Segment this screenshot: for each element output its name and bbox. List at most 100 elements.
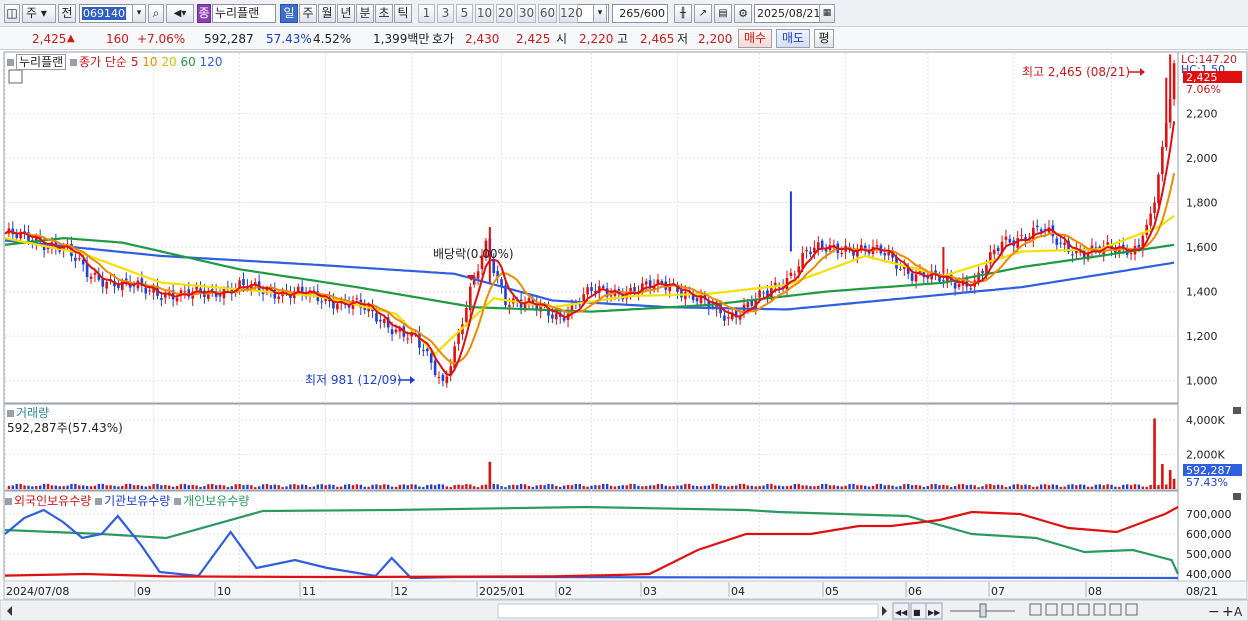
volume-bar xyxy=(46,483,50,489)
volume-bar xyxy=(234,484,237,489)
candle-icon[interactable]: ╫ xyxy=(674,4,692,23)
candle-body xyxy=(93,272,97,275)
price-change: 160 xyxy=(106,32,129,46)
volume-spike xyxy=(1168,470,1172,489)
speaker-icon[interactable]: ◀▾ xyxy=(166,4,194,23)
chevron-down-icon[interactable]: ▾ xyxy=(593,4,607,23)
chart-area[interactable]: 2,200 2,000 1,800 1,600 1,400 1,200 1,000 최고 2,… xyxy=(0,51,1248,621)
candle-body xyxy=(375,312,378,322)
volume-bar xyxy=(801,485,804,489)
volume-bar xyxy=(840,486,843,489)
interval-tab-120[interactable]: 120 xyxy=(559,4,583,23)
volume-tick-label: 4,000K xyxy=(1186,414,1225,427)
candle-body xyxy=(1008,238,1012,243)
volume-bar xyxy=(1090,486,1094,489)
market-select[interactable]: 주 ▾ xyxy=(22,4,56,23)
volume-bar xyxy=(1039,484,1043,489)
candle-body xyxy=(953,282,957,289)
window-menu-icon[interactable]: ◫ xyxy=(4,4,20,23)
volume-bar xyxy=(613,486,617,489)
x-axis-label: 03 xyxy=(643,585,657,598)
pct-tag: 7.06% xyxy=(1186,83,1221,96)
volume-bar xyxy=(175,485,179,489)
x-axis-label: 12 xyxy=(394,585,408,598)
volume-bar xyxy=(340,486,343,489)
line-chart-icon[interactable]: ↗ xyxy=(694,4,712,23)
interval-tab-1[interactable]: 1 xyxy=(418,4,435,23)
period-tab-2[interactable]: 월 xyxy=(318,4,336,23)
candle-body xyxy=(789,272,793,276)
volume-bar xyxy=(58,486,61,489)
volume-bar xyxy=(50,485,54,489)
period-tab-0[interactable]: 일 xyxy=(280,4,298,23)
volume-bar xyxy=(746,485,750,489)
eval-button[interactable]: 평 xyxy=(814,29,834,48)
volume-bar xyxy=(347,484,351,489)
volume-bar xyxy=(101,483,104,489)
candle-body xyxy=(723,315,726,321)
legend-stock-name[interactable]: 누리플랜 xyxy=(16,54,67,70)
date-field[interactable]: 2025/08/21 xyxy=(754,4,820,23)
volume-bar xyxy=(410,484,413,489)
volume-bar xyxy=(508,485,511,489)
candle-body xyxy=(296,286,300,292)
interval-tab-20[interactable]: 20 xyxy=(496,4,515,23)
x-axis-label: 02 xyxy=(558,585,572,598)
prev-button[interactable]: 전 xyxy=(58,4,76,23)
search-icon[interactable]: ⌕ xyxy=(148,4,164,23)
volume-bar xyxy=(770,483,773,489)
volume-bar xyxy=(985,484,988,489)
interval-tab-30[interactable]: 30 xyxy=(517,4,536,23)
current-price: 2,425 xyxy=(32,32,67,46)
candle-body xyxy=(684,292,687,300)
volume-bar xyxy=(719,485,722,489)
sell-button[interactable]: 매도 xyxy=(776,29,810,48)
volume-bar xyxy=(535,485,538,489)
candle-body xyxy=(218,295,222,297)
candle-body xyxy=(160,298,163,300)
calendar-icon[interactable]: ▦ xyxy=(819,4,835,23)
count-field[interactable]: 265/600 xyxy=(612,4,668,23)
period-tab-3[interactable]: 년 xyxy=(337,4,355,23)
price-tick-label: 1,400 xyxy=(1186,286,1218,299)
period-tab-5[interactable]: 초 xyxy=(375,4,393,23)
ask-label: 호가 xyxy=(432,32,455,46)
interval-tab-3[interactable]: 3 xyxy=(437,4,454,23)
candle-body xyxy=(379,319,382,322)
volume-bar xyxy=(484,484,488,489)
volume-bar xyxy=(168,485,171,489)
volume-bar xyxy=(402,484,406,489)
volume-bar xyxy=(641,486,644,489)
volume-bar xyxy=(578,484,581,489)
period-tab-1[interactable]: 주 xyxy=(299,4,317,23)
interval-tab-10[interactable]: 10 xyxy=(475,4,494,23)
stock-code-input[interactable]: 069140 xyxy=(79,4,133,23)
period-tab-6[interactable]: 틱 xyxy=(394,4,412,23)
candle-body xyxy=(551,314,554,319)
interval-tab-60[interactable]: 60 xyxy=(538,4,557,23)
period-tab-4[interactable]: 분 xyxy=(356,4,374,23)
volume-bar xyxy=(711,483,714,489)
volume-bar xyxy=(70,483,73,489)
volume-bar xyxy=(883,485,886,489)
legend-ma-120: 120 xyxy=(199,55,223,69)
candle-body xyxy=(124,278,128,281)
volume-bar xyxy=(539,484,542,489)
candle-body xyxy=(601,286,605,289)
interval-tab-5[interactable]: 5 xyxy=(456,4,473,23)
volume-bar xyxy=(195,485,198,489)
volume-bar xyxy=(386,484,390,489)
stock-name-field[interactable]: 누리플랜 xyxy=(212,4,276,23)
volume-bar xyxy=(551,484,554,489)
chevron-down-icon[interactable]: ▾ xyxy=(132,4,146,23)
save-icon[interactable]: ▤ xyxy=(714,4,732,23)
candle-body xyxy=(74,257,77,261)
gear-icon[interactable]: ⚙ xyxy=(734,4,752,23)
candle-body xyxy=(797,266,801,273)
volume-bar xyxy=(398,484,402,489)
buy-button[interactable]: 매수 xyxy=(738,29,772,48)
legend-chip xyxy=(174,497,182,505)
candle-body xyxy=(472,276,476,285)
candle-body xyxy=(1020,234,1023,236)
legend-chip xyxy=(7,58,14,66)
